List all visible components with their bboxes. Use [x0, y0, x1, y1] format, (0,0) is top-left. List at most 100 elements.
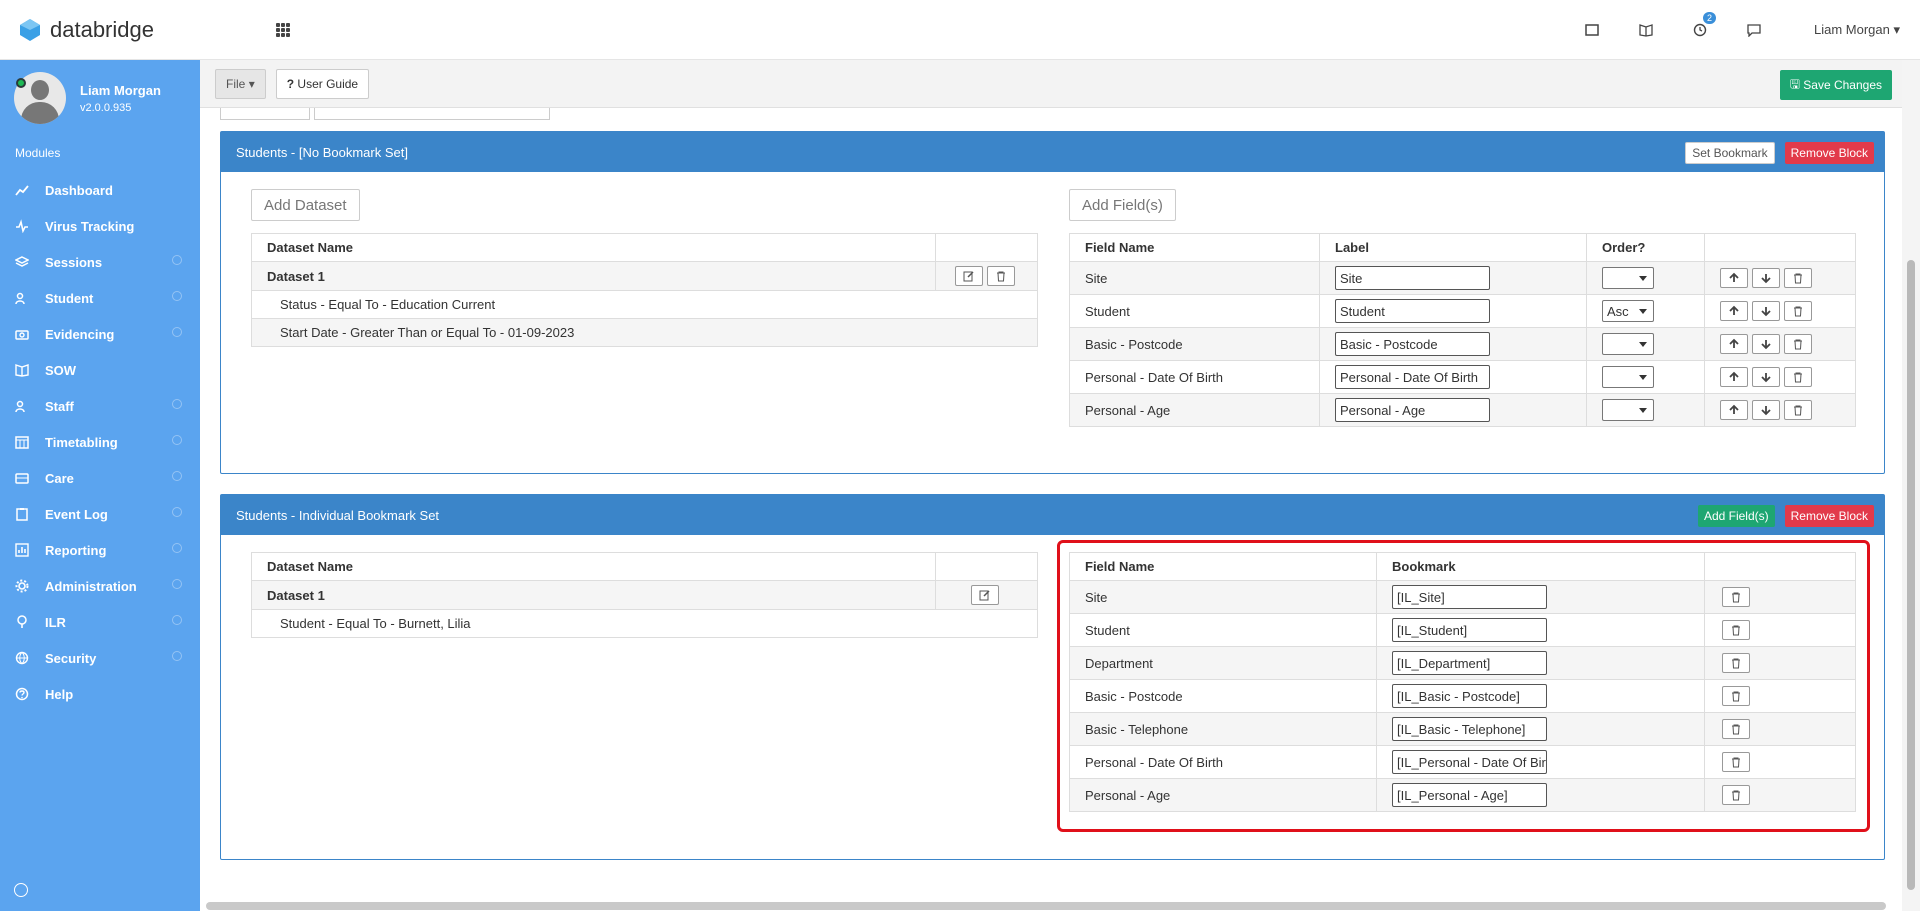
trash-icon[interactable]: [1784, 334, 1812, 354]
arrow-down-icon[interactable]: [1752, 400, 1780, 420]
add-dataset-button[interactable]: Add Dataset: [251, 189, 360, 221]
sidebar-item-security[interactable]: Security: [0, 640, 200, 676]
trash-icon[interactable]: [1784, 400, 1812, 420]
main-content: File ▾ ? User Guide 🖫 Save Changes Stude…: [200, 60, 1902, 911]
order-header: Order?: [1586, 233, 1705, 262]
chevron-icon: [172, 615, 182, 625]
edit-icon[interactable]: [970, 585, 999, 605]
sidebar-item-staff[interactable]: Staff: [0, 388, 200, 424]
layers-icon: [15, 256, 29, 267]
block2-header: Students - Individual Bookmark Set Add F…: [221, 495, 1884, 535]
sidebar-item-event-log[interactable]: Event Log: [0, 496, 200, 532]
field-name: Basic - Postcode: [1069, 327, 1320, 361]
arrow-down-icon[interactable]: [1752, 268, 1780, 288]
condition-row[interactable]: Status - Equal To - Education Current: [251, 290, 1038, 319]
save-changes-label: Save Changes: [1803, 78, 1882, 92]
arrow-up-icon[interactable]: [1720, 367, 1748, 387]
sidebar-item-label: Staff: [45, 398, 74, 414]
arrow-up-icon[interactable]: [1720, 334, 1748, 354]
remove-block-button[interactable]: Remove Block: [1784, 142, 1874, 164]
app-name: databridge: [50, 16, 154, 42]
sidebar-item-dashboard[interactable]: Dashboard: [0, 172, 200, 208]
sidebar-item-label: Student: [45, 290, 94, 306]
clock-icon[interactable]: 2: [1690, 12, 1716, 40]
sidebar-item-label: Event Log: [45, 506, 108, 522]
user-guide-button[interactable]: ? User Guide: [275, 68, 370, 99]
horizontal-scrollbar[interactable]: [206, 902, 1886, 910]
order-select[interactable]: [1602, 366, 1654, 388]
arrow-down-icon[interactable]: [1752, 301, 1780, 321]
sidebar-item-sessions[interactable]: Sessions: [0, 244, 200, 280]
vertical-scrollbar[interactable]: [1902, 60, 1920, 911]
condition-row[interactable]: Student - Equal To - Burnett, Lilia: [251, 609, 1038, 638]
order-select[interactable]: Asc: [1602, 300, 1654, 322]
order-select[interactable]: [1602, 267, 1654, 289]
chat-icon[interactable]: [1744, 20, 1764, 40]
sidebar-item-sow[interactable]: SOW: [0, 352, 200, 388]
caret-down-icon: ▾: [248, 76, 255, 91]
table-row: Personal - Age Personal - Age: [1069, 393, 1856, 427]
toolbar: File ▾ ? User Guide 🖫 Save Changes: [200, 60, 1902, 108]
trash-icon[interactable]: [1784, 301, 1812, 321]
table-row: Personal - Date Of Birth Personal - Date …: [1069, 360, 1856, 394]
save-changes-button[interactable]: 🖫 Save Changes: [1779, 70, 1892, 100]
sidebar: Liam Morgan v2.0.0.935 Modules Dashboard…: [0, 60, 200, 911]
remove-block-button[interactable]: Remove Block: [1784, 505, 1874, 527]
arrow-up-icon[interactable]: [1720, 301, 1748, 321]
sidebar-item-evidencing[interactable]: Evidencing: [0, 316, 200, 352]
user-menu[interactable]: Liam Morgan ▾: [1814, 22, 1900, 38]
modules-heading: Modules: [15, 146, 61, 160]
trash-icon[interactable]: [1784, 367, 1812, 387]
logo-icon: [20, 18, 40, 41]
sidebar-item-timetabling[interactable]: Timetabling: [0, 424, 200, 460]
condition-row[interactable]: Start Date - Greater Than or Equal To - …: [251, 318, 1038, 347]
collapse-sidebar-icon[interactable]: [14, 883, 28, 897]
order-select[interactable]: [1602, 399, 1654, 421]
dataset-name: Dataset 1: [251, 261, 936, 291]
field-name: Personal - Age: [1069, 393, 1320, 427]
trash-icon[interactable]: [986, 266, 1015, 286]
arrow-up-icon[interactable]: [1720, 268, 1748, 288]
add-fields-button[interactable]: Add Field(s): [1069, 189, 1176, 221]
trash-icon[interactable]: [1784, 268, 1812, 288]
sidebar-item-care[interactable]: Care: [0, 460, 200, 496]
sidebar-item-label: ILR: [45, 614, 66, 630]
arrow-up-icon[interactable]: [1720, 400, 1748, 420]
version-label: v2.0.0.935: [80, 101, 132, 114]
field-name: Personal - Date Of Birth: [1069, 360, 1320, 394]
window-icon[interactable]: [1582, 20, 1602, 40]
set-bookmark-button[interactable]: Set Bookmark: [1685, 142, 1775, 164]
sidebar-item-reporting[interactable]: Reporting: [0, 532, 200, 568]
sidebar-item-help[interactable]: Help: [0, 676, 200, 712]
apps-grid-icon[interactable]: [276, 22, 290, 37]
sidebar-item-ilr[interactable]: ILR: [0, 604, 200, 640]
brand[interactable]: databridge: [18, 17, 258, 43]
label-input[interactable]: Personal - Date Of Birth: [1335, 365, 1490, 389]
sidebar-item-label: Care: [45, 470, 74, 486]
sidebar-item-label: Sessions: [45, 254, 103, 270]
pulse-icon: [16, 219, 28, 233]
sidebar-item-student[interactable]: Student: [0, 280, 200, 316]
chevron-icon: [172, 543, 182, 553]
order-select[interactable]: [1602, 333, 1654, 355]
sidebar-item-virus-tracking[interactable]: Virus Tracking: [0, 208, 200, 244]
add-fields-button[interactable]: Add Field(s): [1697, 505, 1775, 527]
edit-icon[interactable]: [954, 266, 983, 286]
label-input[interactable]: Personal - Age: [1335, 398, 1490, 422]
arrow-down-icon[interactable]: [1752, 334, 1780, 354]
sidebar-item-administration[interactable]: Administration: [0, 568, 200, 604]
sidebar-item-label: Help: [45, 686, 74, 702]
arrow-down-icon[interactable]: [1752, 367, 1780, 387]
chevron-icon: [172, 651, 182, 661]
label-input[interactable]: Site: [1335, 266, 1490, 290]
file-menu-button[interactable]: File ▾: [215, 68, 266, 99]
label-input[interactable]: Basic - Postcode: [1335, 332, 1490, 356]
save-icon: 🖫: [1789, 76, 1800, 91]
camera-icon: [15, 330, 29, 340]
top-bar: databridge 2 Liam Morgan ▾: [0, 0, 1920, 60]
label-input[interactable]: Student: [1335, 299, 1490, 323]
field-name-header: Field Name: [1069, 233, 1320, 262]
book-open-icon[interactable]: [1636, 20, 1656, 40]
caret-down-icon: ▾: [1893, 22, 1900, 37]
actions-header: [935, 233, 1038, 262]
